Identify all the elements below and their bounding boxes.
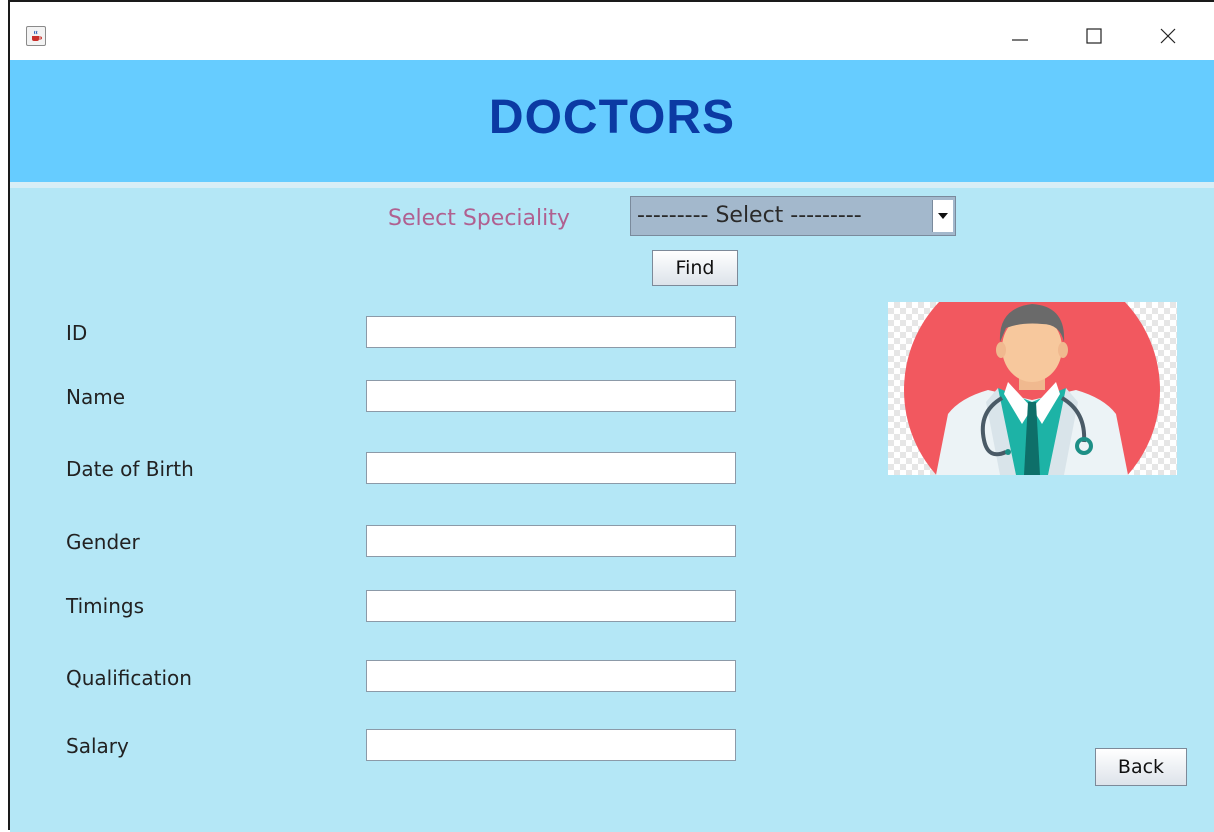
title-bar [10, 2, 1214, 60]
salary-field[interactable] [366, 729, 736, 761]
id-label: ID [66, 321, 88, 345]
page-title: DOCTORS [488, 91, 736, 144]
back-button[interactable]: Back [1095, 748, 1187, 786]
id-field[interactable] [366, 316, 736, 348]
speciality-select[interactable]: --------- Select --------- [630, 196, 956, 236]
salary-label: Salary [66, 734, 129, 758]
name-label: Name [66, 385, 126, 409]
timings-field[interactable] [366, 590, 736, 622]
doctor-form-panel: Select Speciality --------- Select -----… [10, 188, 1214, 832]
minimize-button[interactable] [1000, 22, 1040, 50]
name-field[interactable] [366, 380, 736, 412]
doctor-illustration [888, 302, 1177, 475]
find-button[interactable]: Find [652, 250, 738, 286]
qualification-field[interactable] [366, 660, 736, 692]
speciality-label: Select Speciality [388, 206, 570, 231]
close-icon [1160, 28, 1176, 44]
speciality-select-value: --------- Select --------- [637, 203, 862, 228]
date-of-birth-field[interactable] [366, 452, 736, 484]
qualification-label: Qualification [66, 666, 192, 690]
minimize-icon [1012, 39, 1028, 41]
close-button[interactable] [1148, 22, 1188, 50]
gender-label: Gender [66, 530, 140, 554]
header-banner: DOCTORS [10, 60, 1214, 182]
caret-down-icon[interactable] [932, 200, 953, 232]
gender-field[interactable] [366, 525, 736, 557]
maximize-icon [1086, 28, 1102, 44]
timings-label: Timings [66, 594, 144, 618]
java-cup-icon[interactable] [26, 26, 46, 46]
maximize-button[interactable] [1074, 22, 1114, 50]
app-window: DOCTORS Select Speciality --------- Sele… [8, 0, 1214, 832]
date-of-birth-label: Date of Birth [66, 457, 194, 481]
